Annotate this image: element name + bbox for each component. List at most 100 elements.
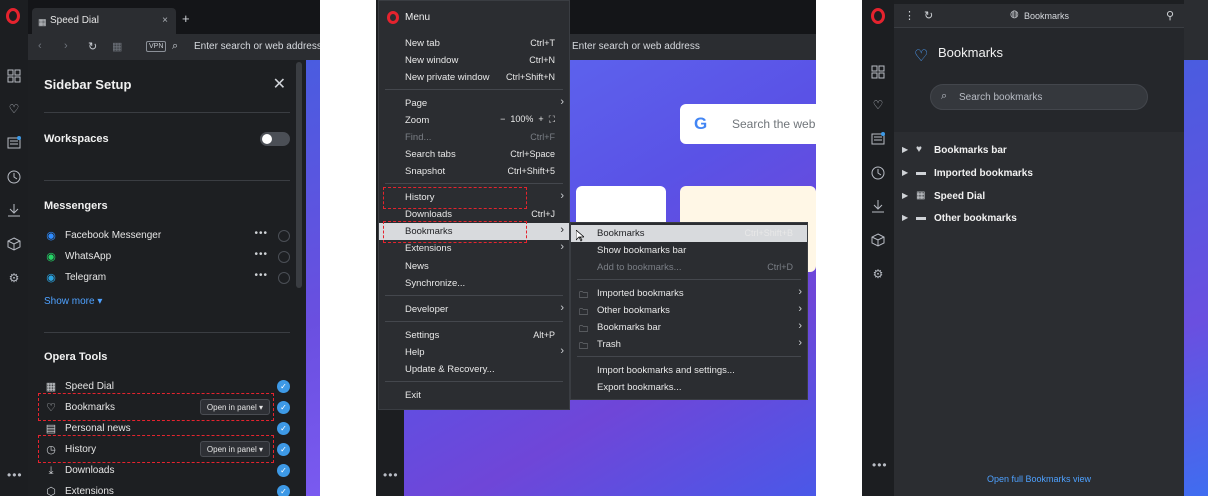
menu-item-new-private-window[interactable]: New private window Ctrl+Shift+N [379, 69, 569, 86]
submenu-item-add-to-bookmarks[interactable]: Add to bookmarks... Ctrl+D [571, 259, 807, 276]
check-icon[interactable]: ✓ [277, 443, 290, 456]
heart-icon[interactable]: ♡ [870, 97, 886, 113]
cube-icon[interactable] [870, 232, 886, 248]
tabs-grid-icon[interactable]: ▦ [112, 40, 122, 53]
vpn-badge[interactable]: VPN [146, 41, 167, 52]
opera-logo-icon[interactable] [871, 8, 885, 24]
cube-icon[interactable] [6, 236, 22, 252]
submenu-item-import[interactable]: Import bookmarks and settings... [571, 362, 807, 379]
submenu-item-bookmarks-bar[interactable]: 🗀 Bookmarks bar › [571, 319, 807, 336]
close-icon[interactable]: ✕ [273, 74, 286, 94]
enable-radio[interactable] [278, 251, 290, 263]
expand-arrow-icon[interactable]: ▶ [902, 145, 908, 154]
submenu-item-bookmarks[interactable]: Bookmarks Ctrl+Shift+B [571, 225, 807, 242]
menu-item-news[interactable]: News [379, 258, 569, 275]
messenger-row-facebook[interactable]: ◉ Facebook Messenger ••• [44, 228, 294, 246]
expand-arrow-icon[interactable]: ▶ [902, 213, 908, 222]
enable-radio[interactable] [278, 230, 290, 242]
close-tab-icon[interactable]: × [162, 15, 168, 26]
search-bookmarks-input[interactable]: ⌕ Search bookmarks [930, 84, 1148, 110]
menu-item-update-recovery[interactable]: Update & Recovery... [379, 361, 569, 378]
tab-speed-dial[interactable]: ▦ Speed Dial × [32, 8, 176, 34]
scrollbar[interactable] [296, 62, 302, 288]
more-options-icon[interactable]: ••• [254, 270, 268, 281]
show-more-link[interactable]: Show more ▾ [44, 296, 102, 307]
check-icon[interactable]: ✓ [277, 380, 290, 393]
messenger-row-whatsapp[interactable]: ◉ WhatsApp ••• [44, 249, 294, 267]
zoom-in-button[interactable]: + [538, 114, 543, 124]
menu-item-synchronize[interactable]: Synchronize... [379, 275, 569, 292]
submenu-item-other-bookmarks[interactable]: 🗀 Other bookmarks › [571, 302, 807, 319]
google-search-box[interactable]: G Search the web [680, 104, 816, 144]
menu-item-snapshot[interactable]: Snapshot Ctrl+Shift+5 [379, 163, 569, 180]
menu-item-label: New window [405, 55, 459, 66]
search-icon: ⌕ [172, 40, 179, 52]
address-input[interactable]: Enter search or web address [572, 41, 700, 52]
news-icon[interactable] [870, 131, 886, 147]
opera-logo-icon[interactable] [6, 8, 20, 24]
menu-item-settings[interactable]: Settings Alt+P [379, 327, 569, 344]
menu-item-find[interactable]: Find... Ctrl+F [379, 129, 569, 146]
clock-icon[interactable] [6, 169, 22, 185]
fullscreen-icon[interactable]: ⛶ [549, 114, 555, 124]
menu-item-label: Zoom [405, 115, 430, 126]
menu-item-exit[interactable]: Exit [379, 387, 569, 404]
menu-dots-icon[interactable]: ⋮ [904, 9, 915, 22]
messenger-row-telegram[interactable]: ◉ Telegram ••• [44, 270, 294, 288]
more-icon[interactable]: ••• [383, 468, 399, 482]
bookmarks-panel: ⋮ ↻ ◍ Bookmarks ⚲ ♡ Bookmarks ⌕ Search b… [894, 4, 1184, 496]
check-icon[interactable]: ✓ [277, 422, 290, 435]
clock-icon[interactable] [870, 165, 886, 181]
submenu-item-show-bookmarks-bar[interactable]: Show bookmarks bar [571, 242, 807, 259]
submenu-item-trash[interactable]: 🗀 Trash › [571, 336, 807, 353]
menu-item-label: New tab [405, 38, 440, 49]
gear-icon[interactable]: ⚙ [870, 266, 886, 282]
heart-icon[interactable]: ♡ [6, 101, 22, 117]
new-tab-button[interactable]: + [182, 11, 190, 26]
reload-icon[interactable]: ↻ [88, 40, 97, 53]
menu-item-new-tab[interactable]: New tab Ctrl+T [379, 35, 569, 52]
back-icon[interactable]: ‹ [38, 40, 42, 52]
menu-item-search-tabs[interactable]: Search tabs Ctrl+Space [379, 146, 569, 163]
menu-item-developer[interactable]: Developer › [379, 301, 569, 318]
pin-icon[interactable]: ⚲ [1166, 9, 1174, 22]
submenu-item-imported-bookmarks[interactable]: 🗀 Imported bookmarks › [571, 285, 807, 302]
tool-row-extensions[interactable]: ⬡ Extensions ✓ [44, 484, 294, 496]
reload-icon[interactable]: ↻ [924, 9, 933, 22]
enable-radio[interactable] [278, 272, 290, 284]
address-input[interactable]: Enter search or web address [194, 41, 320, 52]
check-icon[interactable]: ✓ [277, 464, 290, 477]
more-icon[interactable]: ••• [872, 458, 888, 472]
menu-item-zoom[interactable]: Zoom − 100% + ⛶ [379, 112, 569, 129]
zoom-out-button[interactable]: − [500, 114, 505, 124]
zoom-value: 100% [510, 114, 534, 124]
menu-separator [385, 295, 563, 296]
speed-dial-icon[interactable] [6, 68, 22, 84]
expand-arrow-icon[interactable]: ▶ [902, 191, 908, 200]
speed-dial-icon[interactable] [870, 64, 886, 80]
more-icon[interactable]: ••• [7, 468, 23, 482]
menu-item-label: Export bookmarks... [597, 382, 682, 393]
more-options-icon[interactable]: ••• [254, 249, 268, 260]
google-search-input[interactable]: Search the web [732, 117, 815, 131]
check-icon[interactable]: ✓ [277, 401, 290, 414]
open-full-bookmarks-link[interactable]: Open full Bookmarks view [894, 474, 1184, 484]
forward-icon[interactable]: › [64, 40, 68, 52]
menu-item-page[interactable]: Page › [379, 95, 569, 112]
download-icon[interactable] [6, 202, 22, 218]
tool-row-downloads[interactable]: ⤓ Downloads ✓ [44, 463, 294, 481]
gear-icon[interactable]: ⚙ [6, 270, 22, 286]
download-icon[interactable] [870, 198, 886, 214]
search-icon: ⌕ [941, 90, 948, 102]
check-icon[interactable]: ✓ [277, 485, 290, 496]
menu-item-help[interactable]: Help › [379, 344, 569, 361]
workspaces-toggle[interactable] [260, 132, 290, 146]
submenu-item-export[interactable]: Export bookmarks... [571, 379, 807, 396]
expand-arrow-icon[interactable]: ▶ [902, 168, 908, 177]
tool-label: Downloads [65, 465, 115, 476]
zoom-controls: − 100% + ⛶ [500, 114, 555, 125]
menu-item-new-window[interactable]: New window Ctrl+N [379, 52, 569, 69]
more-options-icon[interactable]: ••• [254, 228, 268, 239]
heart-icon: ♥ [916, 144, 922, 155]
news-icon[interactable] [6, 135, 22, 151]
